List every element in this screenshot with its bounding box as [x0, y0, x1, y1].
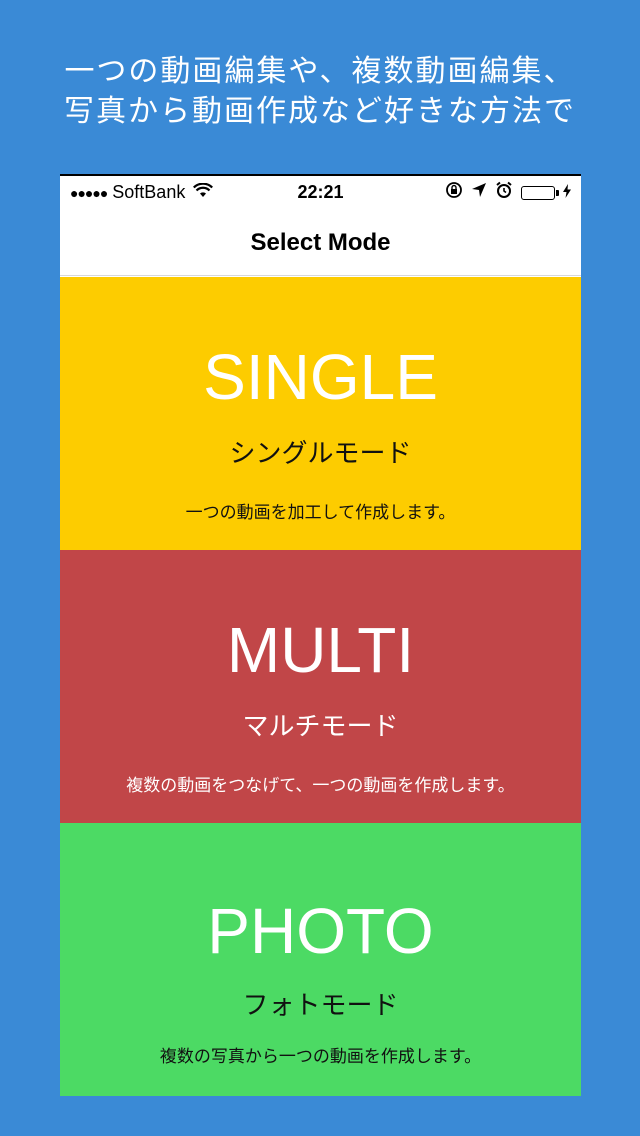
multi-mode-subtitle: マルチモード — [242, 712, 399, 742]
nav-bar: Select Mode — [60, 210, 581, 276]
photo-mode-button[interactable]: PHOTO フォトモード 複数の写真から一つの動画を作成します。 — [60, 823, 581, 1096]
status-bar: ●●●●● SoftBank 22:21 — [60, 174, 581, 210]
nav-title: Select Mode — [250, 228, 391, 256]
photo-mode-description: 複数の写真から一つの動画を作成します。 — [159, 1047, 482, 1067]
battery-tip — [556, 189, 559, 196]
single-mode-button[interactable]: SINGLE シングルモード 一つの動画を加工して作成します。 — [60, 277, 581, 550]
photo-mode-title: PHOTO — [207, 895, 434, 967]
status-right — [445, 181, 571, 204]
single-mode-title: SINGLE — [203, 341, 438, 413]
multi-mode-title: MULTI — [226, 614, 415, 686]
charging-icon — [563, 182, 571, 203]
location-icon — [471, 182, 487, 203]
alarm-icon — [495, 181, 513, 204]
single-mode-subtitle: シングルモード — [229, 439, 412, 469]
battery-icon — [521, 185, 559, 200]
promo-line-1: 一つの動画編集や、複数動画編集、 — [64, 54, 576, 89]
phone-screen: ●●●●● SoftBank 22:21 Select Mode SINGLE … — [60, 174, 581, 1096]
rotation-lock-icon — [445, 181, 463, 204]
promo-caption: 一つの動画編集や、複数動画編集、 写真から動画作成など好きな方法で — [0, 52, 640, 132]
photo-mode-subtitle: フォトモード — [242, 991, 399, 1021]
multi-mode-description: 複数の動画をつなげて、一つの動画を作成します。 — [126, 776, 515, 796]
single-mode-description: 一つの動画を加工して作成します。 — [185, 503, 456, 523]
promo-line-2: 写真から動画作成など好きな方法で — [64, 94, 576, 129]
multi-mode-button[interactable]: MULTI マルチモード 複数の動画をつなげて、一つの動画を作成します。 — [60, 550, 581, 823]
